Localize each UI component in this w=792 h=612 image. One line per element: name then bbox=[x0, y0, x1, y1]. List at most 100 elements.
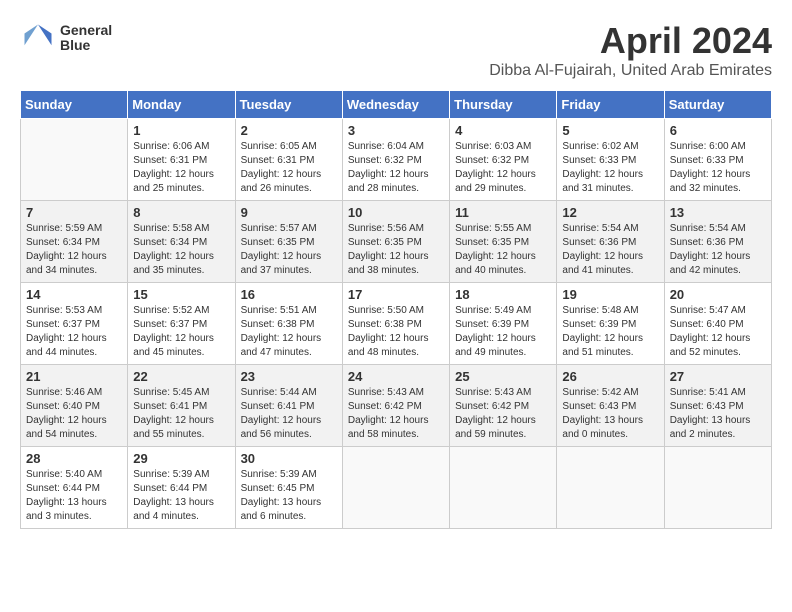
day-info: Sunrise: 5:58 AM Sunset: 6:34 PM Dayligh… bbox=[133, 222, 229, 278]
calendar-cell: 17 Sunrise: 5:50 AM Sunset: 6:38 PM Dayli… bbox=[342, 283, 449, 365]
calendar-cell: 27 Sunrise: 5:41 AM Sunset: 6:43 PM Dayli… bbox=[664, 365, 771, 447]
calendar-cell: 8 Sunrise: 5:58 AM Sunset: 6:34 PM Daylig… bbox=[128, 201, 235, 283]
calendar-cell: 15 Sunrise: 5:52 AM Sunset: 6:37 PM Dayli… bbox=[128, 283, 235, 365]
weekday-header: Tuesday bbox=[235, 91, 342, 119]
day-info: Sunrise: 5:47 AM Sunset: 6:40 PM Dayligh… bbox=[670, 304, 766, 360]
calendar-cell: 14Sunrise: 5:53 AM Sunset: 6:37 PM Dayli… bbox=[21, 283, 128, 365]
day-info: Sunrise: 6:03 AM Sunset: 6:32 PM Dayligh… bbox=[455, 140, 551, 196]
calendar-cell: 4Sunrise: 6:03 AM Sunset: 6:32 PM Daylig… bbox=[450, 119, 557, 201]
calendar-cell bbox=[450, 447, 557, 529]
calendar-week-row: 14Sunrise: 5:53 AM Sunset: 6:37 PM Dayli… bbox=[21, 283, 772, 365]
day-number: 8 bbox=[133, 205, 229, 220]
calendar-week-row: 21 Sunrise: 5:46 AM Sunset: 6:40 PM Dayli… bbox=[21, 365, 772, 447]
calendar-cell: 30Sunrise: 5:39 AM Sunset: 6:45 PM Dayli… bbox=[235, 447, 342, 529]
location-subtitle: Dibba Al-Fujairah, United Arab Emirates bbox=[489, 62, 772, 80]
day-info: Sunrise: 5:44 AM Sunset: 6:41 PM Dayligh… bbox=[241, 386, 337, 442]
day-number: 16 bbox=[241, 287, 337, 302]
day-info: Sunrise: 6:00 AM Sunset: 6:33 PM Dayligh… bbox=[670, 140, 766, 196]
weekday-header: Saturday bbox=[664, 91, 771, 119]
month-title: April 2024 bbox=[489, 20, 772, 62]
calendar-cell: 18Sunrise: 5:49 AM Sunset: 6:39 PM Dayli… bbox=[450, 283, 557, 365]
weekday-header: Sunday bbox=[21, 91, 128, 119]
day-number: 23 bbox=[241, 369, 337, 384]
calendar-cell bbox=[557, 447, 664, 529]
day-info: Sunrise: 5:42 AM Sunset: 6:43 PM Dayligh… bbox=[562, 386, 658, 442]
calendar-cell: 10Sunrise: 5:56 AM Sunset: 6:35 PM Dayli… bbox=[342, 201, 449, 283]
day-number: 29 bbox=[133, 451, 229, 466]
weekday-header: Monday bbox=[128, 91, 235, 119]
day-number: 22 bbox=[133, 369, 229, 384]
day-info: Sunrise: 5:40 AM Sunset: 6:44 PM Dayligh… bbox=[26, 468, 122, 524]
day-number: 21 bbox=[26, 369, 122, 384]
day-info: Sunrise: 5:56 AM Sunset: 6:35 PM Dayligh… bbox=[348, 222, 444, 278]
day-info: Sunrise: 5:39 AM Sunset: 6:44 PM Dayligh… bbox=[133, 468, 229, 524]
calendar-cell bbox=[342, 447, 449, 529]
calendar-cell: 13Sunrise: 5:54 AM Sunset: 6:36 PM Dayli… bbox=[664, 201, 771, 283]
day-info: Sunrise: 5:51 AM Sunset: 6:38 PM Dayligh… bbox=[241, 304, 337, 360]
calendar-cell: 9 Sunrise: 5:57 AM Sunset: 6:35 PM Daylig… bbox=[235, 201, 342, 283]
calendar-cell bbox=[21, 119, 128, 201]
calendar-cell: 25 Sunrise: 5:43 AM Sunset: 6:42 PM Dayli… bbox=[450, 365, 557, 447]
calendar-cell: 3 Sunrise: 6:04 AM Sunset: 6:32 PM Daylig… bbox=[342, 119, 449, 201]
calendar-cell: 11 Sunrise: 5:55 AM Sunset: 6:35 PM Dayli… bbox=[450, 201, 557, 283]
day-info: Sunrise: 6:04 AM Sunset: 6:32 PM Dayligh… bbox=[348, 140, 444, 196]
day-number: 18 bbox=[455, 287, 551, 302]
day-info: Sunrise: 5:55 AM Sunset: 6:35 PM Dayligh… bbox=[455, 222, 551, 278]
calendar-week-row: 7Sunrise: 5:59 AM Sunset: 6:34 PM Daylig… bbox=[21, 201, 772, 283]
logo-icon bbox=[20, 20, 56, 56]
day-info: Sunrise: 5:46 AM Sunset: 6:40 PM Dayligh… bbox=[26, 386, 122, 442]
day-info: Sunrise: 5:48 AM Sunset: 6:39 PM Dayligh… bbox=[562, 304, 658, 360]
title-block: April 2024 Dibba Al-Fujairah, United Ara… bbox=[489, 20, 772, 80]
calendar-cell: 20Sunrise: 5:47 AM Sunset: 6:40 PM Dayli… bbox=[664, 283, 771, 365]
day-number: 12 bbox=[562, 205, 658, 220]
day-info: Sunrise: 5:43 AM Sunset: 6:42 PM Dayligh… bbox=[455, 386, 551, 442]
day-number: 26 bbox=[562, 369, 658, 384]
day-number: 9 bbox=[241, 205, 337, 220]
logo: General Blue bbox=[20, 20, 112, 56]
day-number: 19 bbox=[562, 287, 658, 302]
day-info: Sunrise: 6:05 AM Sunset: 6:31 PM Dayligh… bbox=[241, 140, 337, 196]
weekday-header: Thursday bbox=[450, 91, 557, 119]
day-number: 15 bbox=[133, 287, 229, 302]
calendar-cell: 26 Sunrise: 5:42 AM Sunset: 6:43 PM Dayli… bbox=[557, 365, 664, 447]
calendar-cell: 1Sunrise: 6:06 AM Sunset: 6:31 PM Daylig… bbox=[128, 119, 235, 201]
calendar-table: SundayMondayTuesdayWednesdayThursdayFrid… bbox=[20, 90, 772, 529]
calendar-cell: 28Sunrise: 5:40 AM Sunset: 6:44 PM Dayli… bbox=[21, 447, 128, 529]
day-info: Sunrise: 5:52 AM Sunset: 6:37 PM Dayligh… bbox=[133, 304, 229, 360]
weekday-header: Wednesday bbox=[342, 91, 449, 119]
calendar-week-row: 1Sunrise: 6:06 AM Sunset: 6:31 PM Daylig… bbox=[21, 119, 772, 201]
day-info: Sunrise: 5:45 AM Sunset: 6:41 PM Dayligh… bbox=[133, 386, 229, 442]
day-info: Sunrise: 5:50 AM Sunset: 6:38 PM Dayligh… bbox=[348, 304, 444, 360]
day-number: 27 bbox=[670, 369, 766, 384]
day-info: Sunrise: 6:02 AM Sunset: 6:33 PM Dayligh… bbox=[562, 140, 658, 196]
day-number: 5 bbox=[562, 123, 658, 138]
day-info: Sunrise: 5:41 AM Sunset: 6:43 PM Dayligh… bbox=[670, 386, 766, 442]
calendar-cell bbox=[664, 447, 771, 529]
day-number: 3 bbox=[348, 123, 444, 138]
calendar-cell: 22 Sunrise: 5:45 AM Sunset: 6:41 PM Dayli… bbox=[128, 365, 235, 447]
calendar-cell: 2Sunrise: 6:05 AM Sunset: 6:31 PM Daylig… bbox=[235, 119, 342, 201]
calendar-cell: 24 Sunrise: 5:43 AM Sunset: 6:42 PM Dayli… bbox=[342, 365, 449, 447]
calendar-body: 1Sunrise: 6:06 AM Sunset: 6:31 PM Daylig… bbox=[21, 119, 772, 529]
calendar-cell: 19 Sunrise: 5:48 AM Sunset: 6:39 PM Dayli… bbox=[557, 283, 664, 365]
calendar-cell: 6 Sunrise: 6:00 AM Sunset: 6:33 PM Daylig… bbox=[664, 119, 771, 201]
day-number: 17 bbox=[348, 287, 444, 302]
day-info: Sunrise: 5:54 AM Sunset: 6:36 PM Dayligh… bbox=[670, 222, 766, 278]
day-number: 24 bbox=[348, 369, 444, 384]
weekday-header-row: SundayMondayTuesdayWednesdayThursdayFrid… bbox=[21, 91, 772, 119]
calendar-cell: 29 Sunrise: 5:39 AM Sunset: 6:44 PM Dayli… bbox=[128, 447, 235, 529]
day-number: 6 bbox=[670, 123, 766, 138]
calendar-cell: 7Sunrise: 5:59 AM Sunset: 6:34 PM Daylig… bbox=[21, 201, 128, 283]
day-info: Sunrise: 5:43 AM Sunset: 6:42 PM Dayligh… bbox=[348, 386, 444, 442]
calendar-header: SundayMondayTuesdayWednesdayThursdayFrid… bbox=[21, 91, 772, 119]
day-info: Sunrise: 5:59 AM Sunset: 6:34 PM Dayligh… bbox=[26, 222, 122, 278]
weekday-header: Friday bbox=[557, 91, 664, 119]
day-info: Sunrise: 5:53 AM Sunset: 6:37 PM Dayligh… bbox=[26, 304, 122, 360]
day-number: 25 bbox=[455, 369, 551, 384]
logo-line2: Blue bbox=[60, 38, 112, 53]
day-info: Sunrise: 6:06 AM Sunset: 6:31 PM Dayligh… bbox=[133, 140, 229, 196]
calendar-cell: 21 Sunrise: 5:46 AM Sunset: 6:40 PM Dayli… bbox=[21, 365, 128, 447]
day-number: 11 bbox=[455, 205, 551, 220]
calendar-week-row: 28Sunrise: 5:40 AM Sunset: 6:44 PM Dayli… bbox=[21, 447, 772, 529]
day-info: Sunrise: 5:57 AM Sunset: 6:35 PM Dayligh… bbox=[241, 222, 337, 278]
